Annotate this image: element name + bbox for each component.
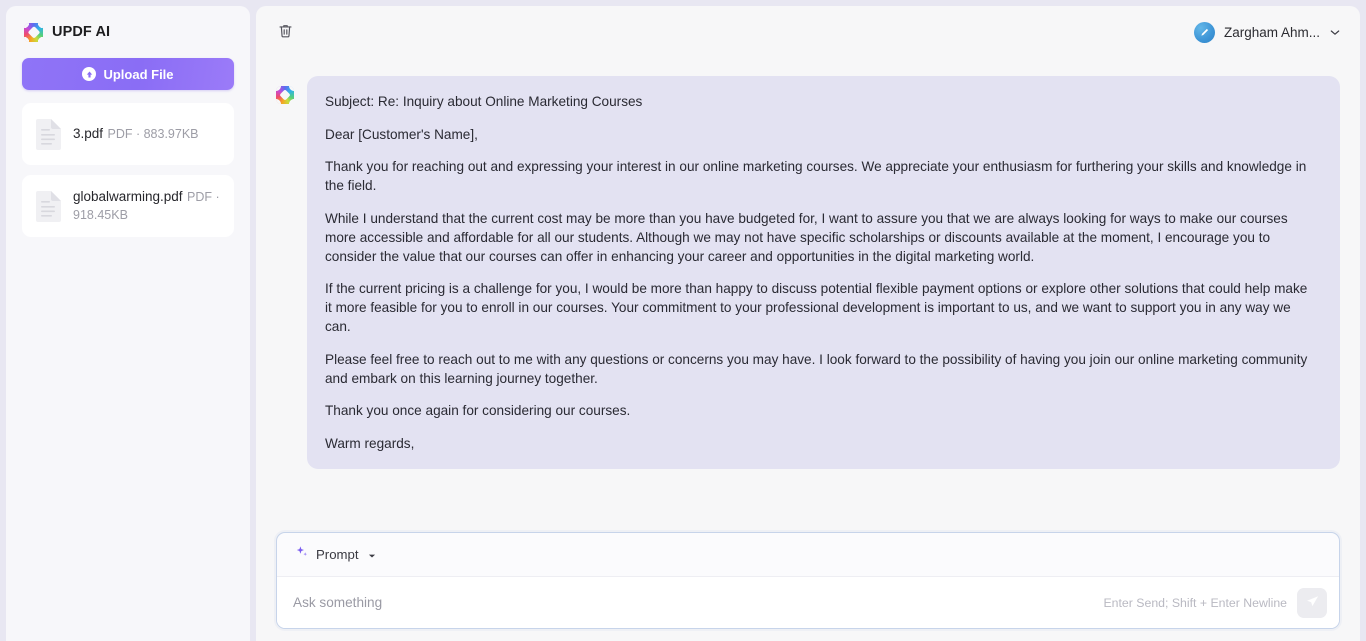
file-name: 3.pdf [73,126,104,141]
composer-input-row: Enter Send; Shift + Enter Newline [277,576,1339,628]
message-paragraph: If the current pricing is a challenge fo… [325,281,1308,334]
file-name: globalwarming.pdf [73,189,183,204]
file-list-item[interactable]: 3.pdf PDF · 883.97KB [22,103,234,165]
prompt-mode-label: Prompt [316,547,359,562]
message-paragraph: Dear [Customer's Name], [325,126,478,142]
composer-wrapper: Prompt Enter Send; Shift + Enter Newline [256,522,1360,641]
prompt-mode-selector[interactable]: Prompt [295,545,376,564]
message-paragraph: Thank you once again for considering our… [325,403,631,418]
sidebar: UPDF AI Upload File 3.pdf PDF · 883.97KB… [6,6,250,641]
file-list: 3.pdf PDF · 883.97KB globalwarming.pdf P… [22,103,234,237]
chat-area: Subject: Re: Inquiry about Online Market… [256,58,1360,522]
upload-file-label: Upload File [103,66,174,82]
pdf-document-icon [35,118,62,151]
brand-name: UPDF AI [52,24,111,40]
message-paragraph: Warm regards, [325,435,415,451]
trash-icon [278,23,293,42]
file-subtitle: PDF · 883.97KB [107,127,199,141]
send-button[interactable] [1297,587,1327,618]
message-paragraph: While I understand that the current cost… [325,210,1288,264]
upload-arrow-icon [82,67,97,81]
user-name: Zargham Ahm... [1223,24,1320,40]
updf-clover-logo-icon [276,86,294,104]
message-paragraph: Subject: Re: Inquiry about Online Market… [325,94,643,109]
main-panel: Zargham Ahm... Subject: Re: Inquiry abou… [256,6,1360,641]
ask-input[interactable] [293,595,1094,610]
file-list-item[interactable]: globalwarming.pdf PDF · 918.45KB [22,175,234,237]
brand: UPDF AI [22,6,234,58]
file-meta: 3.pdf PDF · 883.97KB [73,125,199,143]
message-paragraph: Please feel free to reach out to me with… [325,351,1308,386]
file-meta: globalwarming.pdf PDF · 918.45KB [73,188,221,224]
message-bubble: Subject: Re: Inquiry about Online Market… [307,76,1340,469]
chevron-down-icon [1330,23,1340,41]
delete-chat-button[interactable] [270,17,300,47]
pdf-document-icon [35,190,62,223]
user-avatar-pen-icon [1193,21,1215,43]
top-bar: Zargham Ahm... [256,6,1360,58]
app-root: UPDF AI Upload File 3.pdf PDF · 883.97KB… [0,0,1366,641]
composer: Prompt Enter Send; Shift + Enter Newline [276,532,1340,629]
user-menu[interactable]: Zargham Ahm... [1193,21,1340,43]
message-paragraph: Thank you for reaching out and expressin… [325,159,1307,193]
send-paper-plane-icon [1305,594,1320,612]
updf-clover-logo-icon [24,22,43,42]
sparkle-icon [295,545,309,564]
assistant-message: Subject: Re: Inquiry about Online Market… [276,58,1340,469]
caret-down-icon [368,546,376,564]
composer-toolbar: Prompt [277,533,1339,576]
upload-file-button[interactable]: Upload File [22,58,234,90]
send-hint-text: Enter Send; Shift + Enter Newline [1103,595,1287,610]
